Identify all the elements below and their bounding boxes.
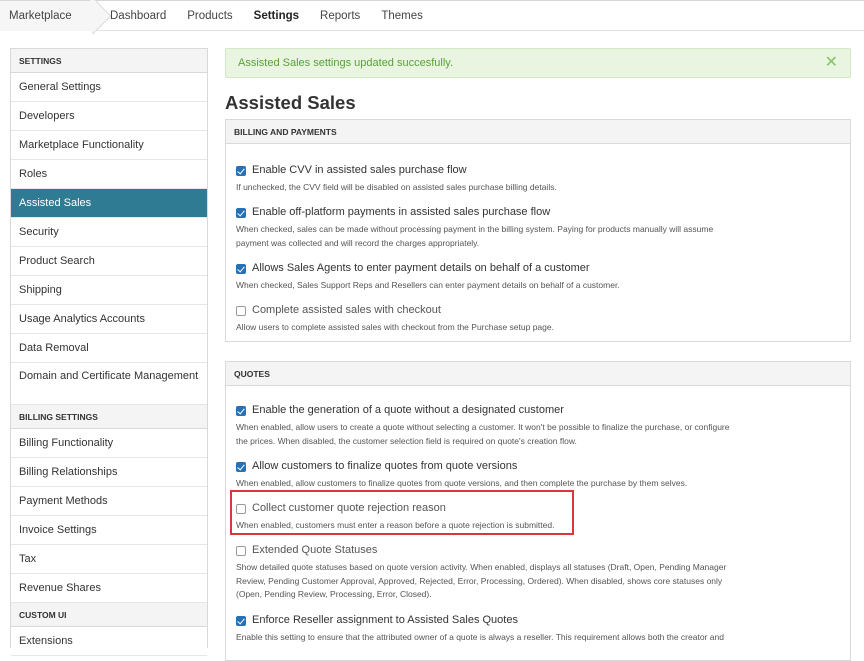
- checkbox[interactable]: [236, 306, 246, 316]
- option-label: Allows Sales Agents to enter payment det…: [252, 262, 590, 274]
- alert-message: Assisted Sales settings updated succesfu…: [238, 57, 454, 69]
- option-description: Allow users to complete assisted sales w…: [236, 322, 554, 332]
- top-navigation: Marketplace Dashboard Products Settings …: [0, 0, 864, 35]
- panel-header: BILLING AND PAYMENTS: [226, 120, 850, 144]
- description-line: When enabled, allow users to create a qu…: [236, 422, 730, 432]
- sidebar-item-billing-relationships[interactable]: Billing Relationships: [11, 458, 207, 487]
- settings-sidebar: SETTINGS General Settings Developers Mar…: [10, 48, 208, 656]
- nav-settings[interactable]: Settings: [254, 1, 299, 31]
- checkbox[interactable]: [236, 264, 246, 274]
- sidebar-item-invoice-settings[interactable]: Invoice Settings: [11, 516, 207, 545]
- sidebar-item-usage-analytics-accounts[interactable]: Usage Analytics Accounts: [11, 305, 207, 334]
- option-label: Enable CVV in assisted sales purchase fl…: [252, 164, 467, 176]
- sidebar-item-tax[interactable]: Tax: [11, 545, 207, 574]
- nav-products[interactable]: Products: [187, 1, 232, 31]
- nav-reports[interactable]: Reports: [320, 1, 360, 31]
- option-description: If unchecked, the CVV field will be disa…: [236, 182, 557, 192]
- sidebar-item-assisted-sales[interactable]: Assisted Sales: [11, 189, 207, 218]
- sidebar-section-billing-settings: BILLING SETTINGS: [11, 405, 207, 429]
- description-line: payment was collected and will record th…: [236, 237, 480, 248]
- description-line: When checked, sales can be made without …: [236, 224, 714, 234]
- option-description: When checked, Sales Support Reps and Res…: [236, 280, 620, 290]
- sidebar-section-settings: SETTINGS: [11, 49, 207, 73]
- sidebar-item-product-search[interactable]: Product Search: [11, 247, 207, 276]
- nav-links: Dashboard Products Settings Reports Them…: [110, 1, 444, 31]
- option-description: Show detailed quote statuses based on qu…: [236, 561, 776, 602]
- sidebar-item-shipping[interactable]: Shipping: [11, 276, 207, 305]
- option-description: When enabled, allow users to create a qu…: [236, 421, 776, 448]
- marketplace-link[interactable]: Marketplace: [0, 1, 96, 31]
- option-description: Enable this setting to ensure that the a…: [236, 632, 724, 642]
- option-label: Enable the generation of a quote without…: [252, 404, 564, 416]
- sidebar-section-custom-ui: CUSTOM UI: [11, 603, 207, 627]
- option-label: Allow customers to finalize quotes from …: [252, 460, 518, 472]
- sidebar-item-security[interactable]: Security: [11, 218, 207, 247]
- description-line: (Open, Pending Review, Processing, Error…: [236, 589, 432, 599]
- sidebar-item-roles[interactable]: Roles: [11, 160, 207, 189]
- checkbox[interactable]: [236, 462, 246, 472]
- sidebar-item-domain-and-certificate-management[interactable]: Domain and Certificate Management: [11, 363, 207, 405]
- panel-header: QUOTES: [226, 362, 850, 386]
- option-description: When enabled, allow customers to finaliz…: [236, 478, 688, 488]
- checkbox[interactable]: [236, 166, 246, 176]
- description-line: the prices. When disabled, the customer …: [236, 435, 577, 446]
- sidebar-item-payment-methods[interactable]: Payment Methods: [11, 487, 207, 516]
- option-label: Enable off-platform payments in assisted…: [252, 206, 551, 218]
- checkbox[interactable]: [236, 208, 246, 218]
- billing-and-payments-panel: BILLING AND PAYMENTS Enable CVV in assis…: [225, 119, 851, 342]
- sidebar-item-billing-functionality[interactable]: Billing Functionality: [11, 429, 207, 458]
- sidebar-item-extensions[interactable]: Extensions: [11, 627, 207, 656]
- sidebar-item-revenue-shares[interactable]: Revenue Shares: [11, 574, 207, 603]
- option-label: Extended Quote Statuses: [252, 544, 378, 556]
- nav-themes[interactable]: Themes: [381, 1, 423, 31]
- sidebar-item-developers[interactable]: Developers: [11, 102, 207, 131]
- sidebar-item-marketplace-functionality[interactable]: Marketplace Functionality: [11, 131, 207, 160]
- success-alert: Assisted Sales settings updated succesfu…: [225, 48, 851, 78]
- highlight-box: [230, 490, 574, 535]
- option-label: Enforce Reseller assignment to Assisted …: [252, 614, 518, 626]
- sidebar-item-general-settings[interactable]: General Settings: [11, 73, 207, 102]
- sidebar-item-data-removal[interactable]: Data Removal: [11, 334, 207, 363]
- checkbox[interactable]: [236, 546, 246, 556]
- close-icon[interactable]: ✕: [825, 54, 838, 72]
- option-description: When checked, sales can be made without …: [236, 223, 776, 250]
- nav-dashboard[interactable]: Dashboard: [110, 1, 166, 31]
- checkbox[interactable]: [236, 616, 246, 626]
- checkbox[interactable]: [236, 406, 246, 416]
- option-label: Complete assisted sales with checkout: [252, 304, 441, 316]
- description-line: Show detailed quote statuses based on qu…: [236, 562, 727, 572]
- description-line: Review, Pending Customer Approval, Appro…: [236, 575, 723, 586]
- page-title: Assisted Sales: [225, 92, 356, 113]
